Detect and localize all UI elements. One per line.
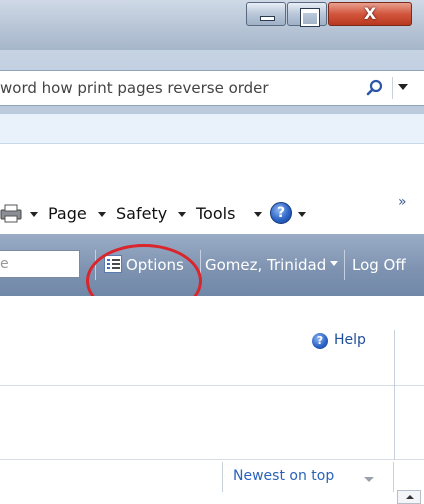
content-row <box>0 386 424 460</box>
nav-separator <box>95 250 96 280</box>
app-nav-bar: e Options Gomez, Trinidad Log Off <box>0 234 424 296</box>
page-dropdown-icon[interactable] <box>98 212 106 217</box>
help-row: ? Help <box>0 296 424 386</box>
nav-separator <box>200 250 201 280</box>
search-icon[interactable] <box>366 79 384 97</box>
window-titlebar: X <box>0 0 424 50</box>
search-query-text: word how print pages reverse order <box>0 79 269 97</box>
sort-row: Newest on top <box>0 460 424 504</box>
maximize-button[interactable] <box>287 2 327 27</box>
help-menu-icon[interactable]: ? <box>270 202 292 224</box>
sort-select-value: Newest on top <box>233 468 335 484</box>
close-icon: X <box>363 4 377 23</box>
nav-separator <box>344 250 345 280</box>
options-icon <box>104 255 122 273</box>
app-search-input[interactable]: e <box>0 250 80 278</box>
minimize-button[interactable] <box>246 2 286 26</box>
printer-icon[interactable] <box>0 202 22 224</box>
scroll-up-button[interactable] <box>397 490 421 504</box>
help-dropdown-icon[interactable] <box>298 212 306 217</box>
user-menu-button[interactable]: Gomez, Trinidad <box>205 234 326 296</box>
help-icon[interactable]: ? <box>312 333 328 349</box>
app-search-placeholder: e <box>0 256 9 272</box>
print-dropdown-icon[interactable] <box>30 212 38 217</box>
search-divider <box>392 77 393 99</box>
sort-dropdown-icon[interactable] <box>364 477 374 482</box>
safety-menu-button[interactable]: Safety <box>116 204 167 223</box>
toolbar-overflow-icon[interactable]: » <box>398 194 407 210</box>
command-bar: Page Safety Tools ? » <box>0 144 424 234</box>
command-bar-buttons: Page Safety Tools ? <box>0 194 424 234</box>
page-menu-button[interactable]: Page <box>48 204 87 223</box>
browser-search-bar: word how print pages reverse order <box>0 50 424 124</box>
options-button[interactable]: Options <box>126 234 184 296</box>
tab-strip <box>0 114 424 144</box>
user-dropdown-icon[interactable] <box>330 261 338 266</box>
help-link[interactable]: Help <box>334 332 366 348</box>
tools-dropdown-icon[interactable] <box>254 212 262 217</box>
sort-select[interactable]: Newest on top <box>222 462 394 492</box>
search-dropdown-icon[interactable] <box>398 84 408 90</box>
safety-dropdown-icon[interactable] <box>178 212 186 217</box>
search-input[interactable]: word how print pages reverse order <box>0 70 424 106</box>
close-button[interactable]: X <box>328 2 412 26</box>
logoff-button[interactable]: Log Off <box>352 234 406 296</box>
tools-menu-button[interactable]: Tools <box>196 204 235 223</box>
